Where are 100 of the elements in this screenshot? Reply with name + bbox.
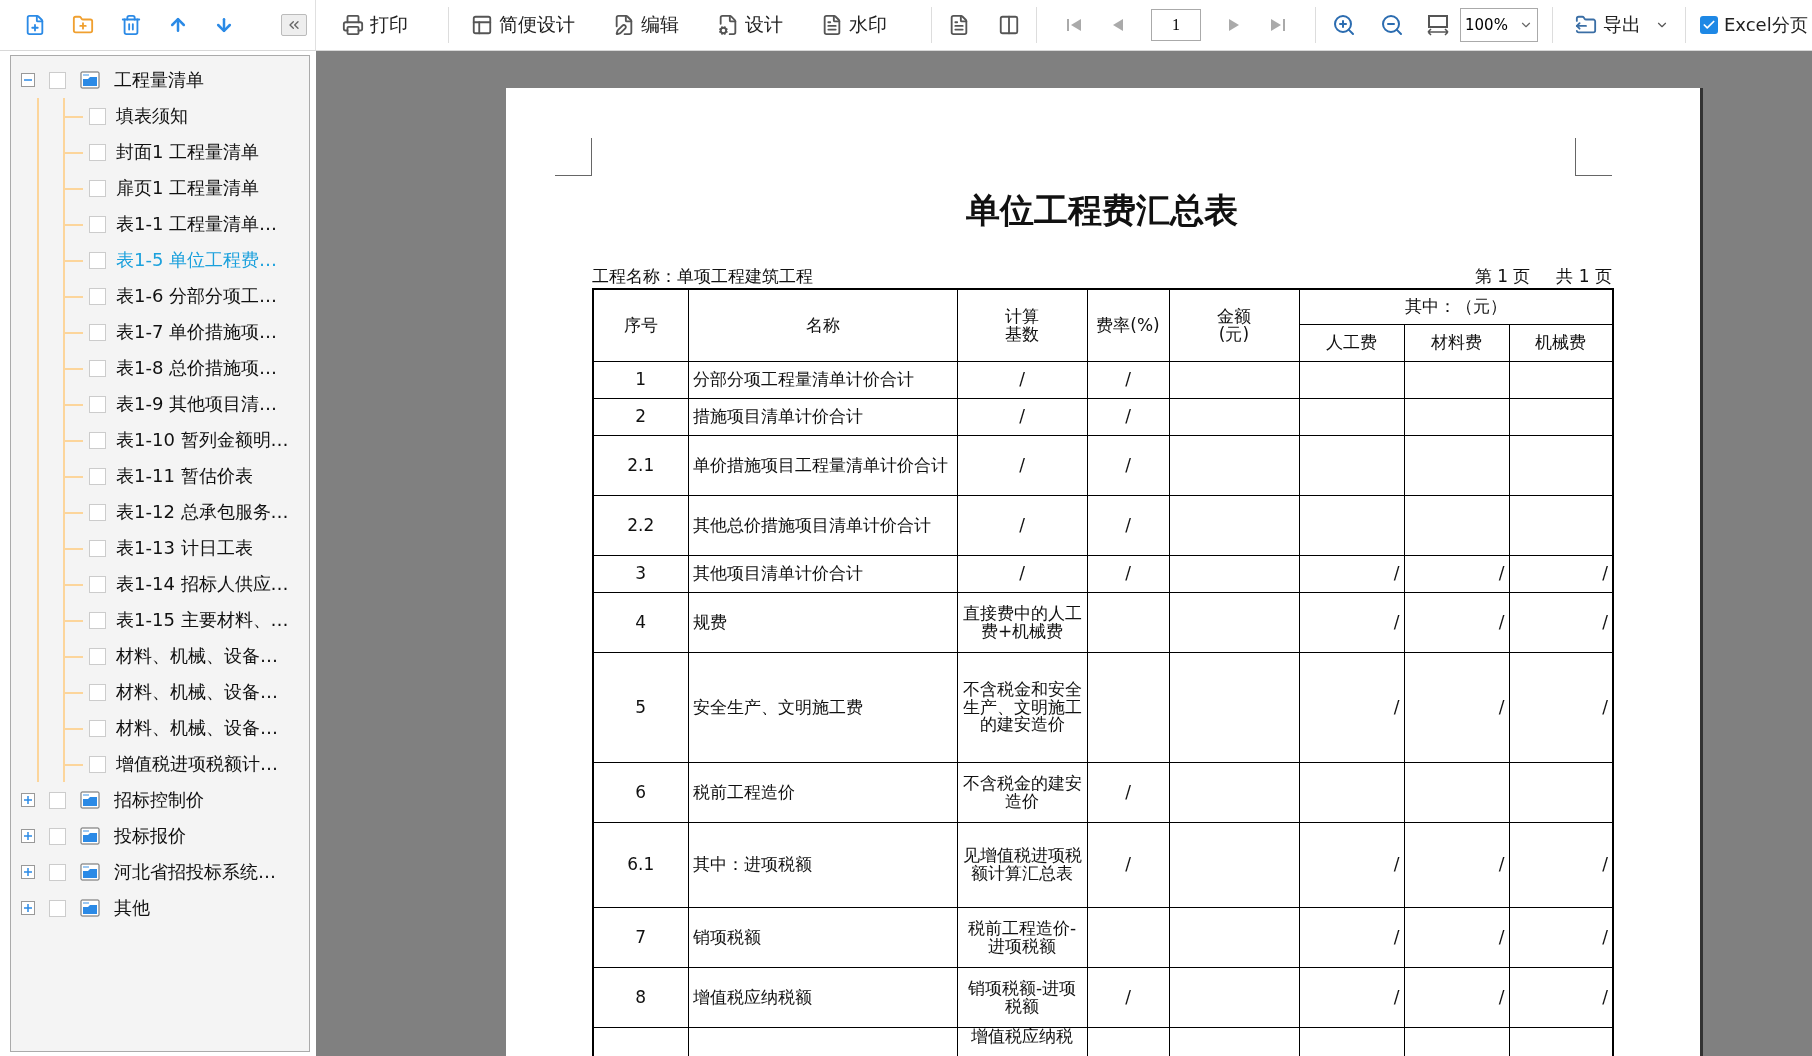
folder-image-icon [80, 790, 100, 810]
report-title: 单位工程费汇总表 [965, 191, 1239, 231]
zoom-select[interactable]: 100% [1460, 8, 1538, 42]
tree-item[interactable]: 河北省招投标系统… [114, 860, 276, 884]
tree-item[interactable]: 投标报价 [114, 824, 186, 848]
toolbar-button[interactable]: 编辑 [605, 8, 687, 42]
tree-item[interactable]: 填表须知 [116, 104, 188, 128]
table-cell: 税前工程造价 [688, 762, 957, 823]
next-page-icon[interactable] [1227, 17, 1241, 33]
toolbar-button[interactable]: 简便设计 [463, 8, 583, 42]
table-cell: 7 [593, 907, 688, 968]
toolbar-button[interactable]: 设计 [709, 8, 791, 42]
checkbox[interactable] [89, 647, 106, 665]
table-cell: 其中：进项税额 [688, 822, 957, 908]
checkbox[interactable] [89, 287, 106, 305]
column-header: 名称 [688, 289, 957, 362]
edit-icon [613, 14, 635, 36]
table-cell: / [1299, 592, 1404, 653]
column-header: 金额(元) [1169, 289, 1299, 362]
tree-item[interactable]: 招标控制价 [114, 788, 204, 812]
tree-item[interactable]: 材料、机械、设备… [116, 644, 278, 668]
checkbox[interactable] [89, 431, 106, 449]
folder-image-icon [80, 826, 100, 846]
tree-item[interactable]: 增值税进项税额计… [116, 752, 278, 776]
tree-item[interactable]: 表1-9 其他项目清… [116, 392, 278, 416]
table-cell: 分部分项工程量清单计价合计 [688, 361, 957, 399]
page-number: 第 1 页 [1474, 265, 1531, 288]
table-cell: 8 [593, 967, 688, 1028]
table-cell: / [1087, 555, 1169, 593]
expand-icon[interactable] [21, 793, 35, 807]
tree-item[interactable]: 封面1 工程量清单 [116, 140, 260, 164]
table-cell: / [1087, 967, 1169, 1028]
tree-item[interactable]: 表1-10 暂列金额明… [116, 428, 289, 452]
table-cell: / [1299, 967, 1404, 1028]
excel-split-checkbox[interactable]: Excel分页 [1700, 13, 1808, 37]
previous-page-icon[interactable] [1111, 17, 1125, 33]
collapse-panel-button[interactable] [281, 14, 307, 36]
checkbox[interactable] [89, 215, 106, 233]
checkbox[interactable] [49, 71, 66, 89]
checkbox[interactable] [89, 539, 106, 557]
expand-icon[interactable] [21, 865, 35, 879]
table-cell: 安全生产、文明施工费 [688, 652, 957, 763]
fit-width-icon[interactable] [1426, 14, 1450, 36]
checkbox[interactable] [89, 143, 106, 161]
tree-item[interactable]: 其他 [114, 896, 150, 920]
checkbox[interactable] [49, 791, 66, 809]
tree-item[interactable]: 表1-13 计日工表 [116, 536, 253, 560]
tree-item[interactable]: 扉页1 工程量清单 [116, 176, 260, 200]
table-cell: 4 [593, 592, 688, 653]
checkbox[interactable] [89, 575, 106, 593]
toolbar-button[interactable]: 水印 [813, 8, 895, 42]
checkbox[interactable] [89, 503, 106, 521]
checkbox[interactable] [49, 827, 66, 845]
checkbox[interactable] [49, 863, 66, 881]
expand-icon[interactable] [21, 829, 35, 843]
tree-item[interactable]: 表1-15 主要材料、… [116, 608, 289, 632]
table-cell: / [1404, 822, 1509, 908]
checkbox[interactable] [89, 359, 106, 377]
tree-item[interactable]: 表1-14 招标人供应… [116, 572, 289, 596]
table-cell: 销项税额 [688, 907, 957, 968]
tree-item[interactable]: 表1-8 总价措施项… [116, 356, 278, 380]
tree-item[interactable]: 材料、机械、设备… [116, 680, 278, 704]
checkbox[interactable] [89, 395, 106, 413]
checkbox[interactable] [89, 251, 106, 269]
tree-item[interactable]: 表1-1 工程量清单… [116, 212, 278, 236]
checkbox[interactable] [89, 179, 106, 197]
settings-document-icon [717, 14, 739, 36]
folder-image-icon [80, 862, 100, 882]
first-page-icon[interactable] [1065, 17, 1083, 33]
table-cell: / [957, 495, 1087, 556]
tree-item[interactable]: 工程量清单 [114, 68, 204, 92]
tree-item[interactable]: 表1-6 分部分项工… [116, 284, 278, 308]
checkbox[interactable] [49, 899, 66, 917]
tree-item[interactable]: 材料、机械、设备… [116, 716, 278, 740]
export-icon [1575, 14, 1597, 36]
tree-item[interactable]: 表1-12 总承包服务… [116, 500, 289, 524]
last-page-icon[interactable] [1269, 17, 1287, 33]
column-header: 计算基数 [957, 289, 1087, 362]
toolbar-button[interactable]: 打印 [334, 8, 416, 42]
table-cell: 2.2 [593, 495, 688, 556]
table-cell: 不含税金的建安造价 [957, 762, 1087, 823]
export-button[interactable]: 导出 [1567, 8, 1649, 42]
table-cell: / [1404, 555, 1509, 593]
page-total: 共 1 页 [1556, 265, 1612, 288]
checkbox[interactable] [89, 755, 106, 773]
page-number-field[interactable]: 1 [1151, 9, 1201, 41]
expand-icon[interactable] [21, 901, 35, 915]
table-cell: 其他总价措施项目清单计价合计 [688, 495, 957, 556]
tree-item[interactable]: 表1-7 单价措施项… [116, 320, 278, 344]
checkbox[interactable] [89, 683, 106, 701]
table-cell: 2 [593, 398, 688, 436]
checkbox[interactable] [89, 467, 106, 485]
checkbox[interactable] [89, 719, 106, 737]
checkbox[interactable] [89, 323, 106, 341]
checkbox[interactable] [89, 107, 106, 125]
checkbox[interactable] [89, 611, 106, 629]
collapse-icon[interactable] [21, 73, 35, 87]
document-icon [821, 14, 843, 36]
table-cell: 见增值税进项税额计算汇总表 [957, 822, 1087, 908]
tree-item[interactable]: 表1-11 暂估价表 [116, 464, 253, 488]
